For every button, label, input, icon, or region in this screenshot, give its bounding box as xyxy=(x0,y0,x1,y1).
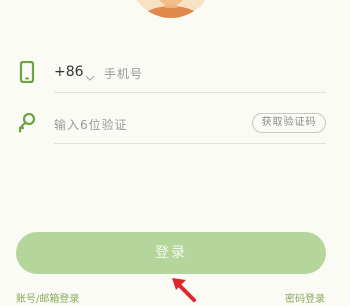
phone-icon xyxy=(18,60,36,84)
get-code-button[interactable]: 获取验证码 xyxy=(252,113,326,133)
account-email-login-link[interactable]: 账号/邮箱登录 xyxy=(16,290,79,305)
chevron-down-icon[interactable] xyxy=(85,67,95,81)
annotation-arrow-icon xyxy=(164,268,204,302)
country-code[interactable]: +86 xyxy=(54,64,84,80)
login-screen: +86 手机号 输入6位验证 获取验证码 登录 账号/邮箱登录 密码登录 xyxy=(0,0,350,305)
phone-input[interactable]: 手机号 xyxy=(104,65,143,82)
code-input[interactable]: 输入6位验证 xyxy=(54,116,128,133)
phone-row: +86 手机号 xyxy=(18,55,326,93)
key-icon xyxy=(18,112,36,134)
avatar xyxy=(129,0,213,18)
code-row: 输入6位验证 获取验证码 xyxy=(18,106,326,144)
phone-underline xyxy=(54,92,326,93)
password-login-link[interactable]: 密码登录 xyxy=(285,290,325,305)
code-underline xyxy=(54,143,326,144)
